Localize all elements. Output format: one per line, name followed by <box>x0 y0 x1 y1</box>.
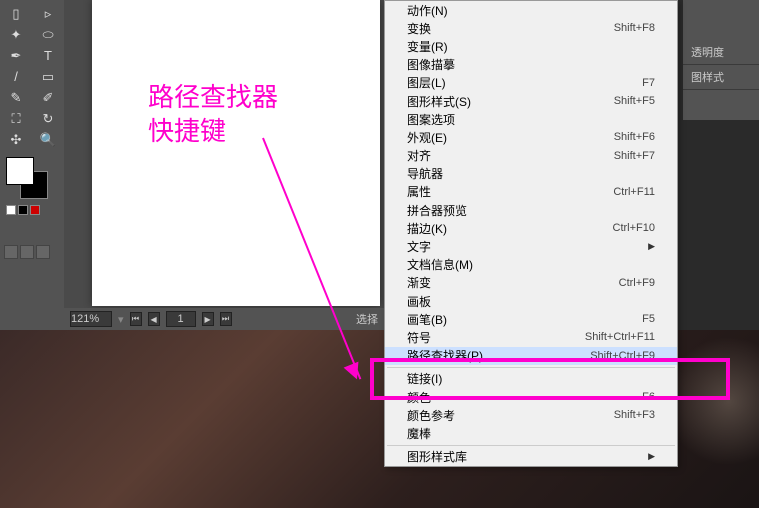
menu-item-4[interactable]: 图层(L) F7 <box>385 74 677 92</box>
menu-item-19[interactable]: 路径查找器(P) Shift+Ctrl+F9 <box>385 347 677 365</box>
nav-last[interactable]: ⏭ <box>220 312 232 326</box>
menu-item-18[interactable]: 符号 Shift+Ctrl+F11 <box>385 328 677 346</box>
menu-label: 链接(I) <box>407 370 442 387</box>
menu-item-7[interactable]: 外观(E) Shift+F6 <box>385 128 677 146</box>
menu-hotkey: F6 <box>642 391 655 403</box>
menu-item-15[interactable]: 渐变 Ctrl+F9 <box>385 274 677 292</box>
tool-line[interactable]: / <box>4 66 28 87</box>
panel-opacity[interactable]: 透明度 <box>683 40 759 65</box>
menu-item-23[interactable]: 魔棒 <box>385 424 677 442</box>
panel-graphic-styles[interactable]: 图样式 <box>683 65 759 90</box>
menu-label: 魔棒 <box>407 425 431 442</box>
color-swatch[interactable] <box>0 149 64 223</box>
foreground-color[interactable] <box>6 157 34 185</box>
menu-label: 导航器 <box>407 165 443 182</box>
nav-next[interactable]: ▶ <box>202 312 214 326</box>
menu-hotkey: Shift+F8 <box>614 22 655 34</box>
menu-item-24[interactable]: 图形样式库 ▶ <box>385 448 677 466</box>
menu-hotkey: Ctrl+F11 <box>613 186 655 198</box>
menu-label: 图形样式(S) <box>407 93 471 110</box>
menu-label: 图层(L) <box>407 74 446 91</box>
menu-item-10[interactable]: 属性 Ctrl+F11 <box>385 183 677 201</box>
menu-item-22[interactable]: 颜色参考 Shift+F3 <box>385 406 677 424</box>
menu-label: 路径查找器(P) <box>407 347 483 364</box>
menu-item-8[interactable]: 对齐 Shift+F7 <box>385 147 677 165</box>
menu-hotkey: Ctrl+F10 <box>613 222 656 234</box>
menu-item-12[interactable]: 描边(K) Ctrl+F10 <box>385 219 677 237</box>
menu-item-16[interactable]: 画板 <box>385 292 677 310</box>
menu-hotkey: Shift+F3 <box>614 409 655 421</box>
menu-label: 对齐 <box>407 147 431 164</box>
menu-label: 属性 <box>407 183 431 200</box>
menu-label: 图案选项 <box>407 111 455 128</box>
menu-label: 渐变 <box>407 274 431 291</box>
status-text: 选择 <box>356 311 378 327</box>
submenu-arrow-icon: ▶ <box>648 241 655 252</box>
nav-prev[interactable]: ◀ <box>148 312 160 326</box>
tool-rotate[interactable]: ↻ <box>36 108 60 129</box>
menu-item-1[interactable]: 变换 Shift+F8 <box>385 19 677 37</box>
tool-type[interactable]: T <box>36 45 60 66</box>
menu-label: 描边(K) <box>407 220 447 237</box>
tool-scale[interactable]: ⛶ <box>4 108 28 129</box>
submenu-arrow-icon: ▶ <box>648 451 655 462</box>
menu-item-3[interactable]: 图像描摹 <box>385 56 677 74</box>
menu-label: 拼合器预览 <box>407 202 467 219</box>
menu-item-6[interactable]: 图案选项 <box>385 110 677 128</box>
tool-rect[interactable]: ▭ <box>36 66 60 87</box>
menu-item-21[interactable]: 颜色 F6 <box>385 388 677 406</box>
tool-pen[interactable]: ✒ <box>4 45 28 66</box>
tool-eyedropper[interactable]: ✣ <box>4 129 28 150</box>
zoom-input[interactable] <box>70 311 112 327</box>
menu-label: 外观(E) <box>407 129 447 146</box>
menu-hotkey: F7 <box>642 77 655 89</box>
right-panels: 透明度 图样式 <box>683 0 759 120</box>
menu-hotkey: Shift+Ctrl+F11 <box>585 331 655 343</box>
menu-item-20[interactable]: 链接(I) <box>385 370 677 388</box>
menu-item-2[interactable]: 变量(R) <box>385 37 677 55</box>
menu-label: 颜色参考 <box>407 407 455 424</box>
menu-hotkey: Shift+F5 <box>614 95 655 107</box>
menu-label: 变换 <box>407 20 431 37</box>
menu-hotkey: Shift+F7 <box>614 150 655 162</box>
window-menu: 动作(N)变换 Shift+F8 变量(R)图像描摹图层(L) F7 图形样式(S) Sh… <box>384 0 678 467</box>
default-colors[interactable] <box>6 205 58 215</box>
menu-item-9[interactable]: 导航器 <box>385 165 677 183</box>
menu-label: 动作(N) <box>407 2 448 19</box>
menu-hotkey: Shift+Ctrl+F9 <box>590 350 655 362</box>
tool-lasso[interactable]: ⬭ <box>36 24 60 45</box>
mode-icons[interactable] <box>0 245 64 259</box>
menu-item-13[interactable]: 文字 ▶ <box>385 237 677 255</box>
menu-label: 文字 <box>407 238 431 255</box>
menu-item-0[interactable]: 动作(N) <box>385 1 677 19</box>
menu-label: 画板 <box>407 293 431 310</box>
tools-panel: ▯ ▹ ✦ ⬭ ✒ T / ▭ ✎ ✐ ⛶ ↻ ✣ 🔍 <box>0 0 64 330</box>
artboard[interactable] <box>92 0 380 306</box>
tool-pencil[interactable]: ✐ <box>36 87 60 108</box>
menu-label: 图形样式库 <box>407 448 467 465</box>
menu-hotkey: Shift+F6 <box>614 131 655 143</box>
menu-item-17[interactable]: 画笔(B) F5 <box>385 310 677 328</box>
menu-label: 符号 <box>407 329 431 346</box>
menu-label: 图像描摹 <box>407 56 455 73</box>
tool-zoom[interactable]: 🔍 <box>36 129 60 150</box>
tool-wand[interactable]: ✦ <box>4 24 28 45</box>
tool-direct[interactable]: ▹ <box>36 3 60 24</box>
menu-label: 画笔(B) <box>407 311 447 328</box>
menu-hotkey: F5 <box>642 313 655 325</box>
canvas-area: ▾ ⏮ ◀ ▶ ⏭ 选择 <box>64 0 384 330</box>
status-bar: ▾ ⏮ ◀ ▶ ⏭ 选择 <box>64 308 384 330</box>
menu-hotkey: Ctrl+F9 <box>619 277 655 289</box>
menu-item-5[interactable]: 图形样式(S) Shift+F5 <box>385 92 677 110</box>
menu-item-14[interactable]: 文档信息(M) <box>385 256 677 274</box>
page-input[interactable] <box>166 311 196 327</box>
menu-item-11[interactable]: 拼合器预览 <box>385 201 677 219</box>
menu-label: 文档信息(M) <box>407 256 473 273</box>
menu-label: 变量(R) <box>407 38 448 55</box>
tool-brush[interactable]: ✎ <box>4 87 28 108</box>
nav-first[interactable]: ⏮ <box>130 312 142 326</box>
tool-selection[interactable]: ▯ <box>4 3 28 24</box>
menu-label: 颜色 <box>407 389 431 406</box>
